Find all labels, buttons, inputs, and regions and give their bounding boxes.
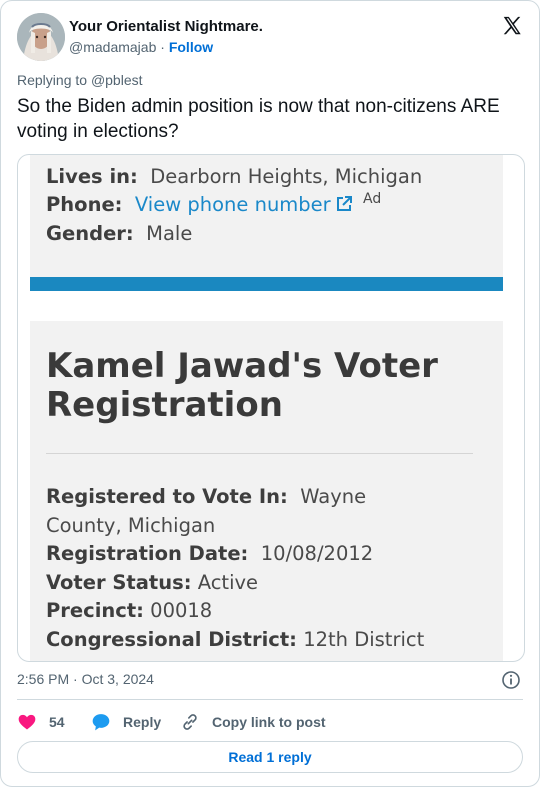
registered-value-1: Wayne	[300, 485, 367, 508]
view-phone-link: View phone number	[134, 193, 331, 216]
tweet-timestamp[interactable]: 2:56 PM · Oct 3, 2024	[17, 671, 154, 687]
registration-date-line: Registration Date: 10/08/2012	[46, 542, 373, 565]
replying-to: Replying to @pblest	[17, 72, 143, 88]
section-gap	[30, 291, 503, 321]
like-count: 54	[49, 714, 65, 730]
author-handle-line: @madamajab · Follow	[69, 38, 263, 57]
tweet-media-image[interactable]: Lives in: Dearborn Heights, Michigan Pho…	[17, 154, 525, 662]
registration-title: Kamel Jawad's Voter Registration	[46, 346, 438, 425]
reply-button[interactable]: Reply	[91, 710, 161, 734]
district-label: Congressional District:	[46, 628, 297, 651]
external-link-icon	[336, 196, 352, 211]
registration-divider	[46, 453, 473, 454]
district-value: 12th District	[303, 628, 425, 651]
ad-label: Ad	[363, 191, 382, 207]
registration-date-value: 10/08/2012	[260, 542, 374, 565]
precinct-value: 00018	[150, 599, 213, 622]
author-avatar[interactable]	[17, 13, 65, 61]
precinct-line: Precinct: 00018	[46, 599, 212, 622]
copy-link-button[interactable]: Copy link to post	[180, 710, 326, 734]
phone-line: Phone: View phone number	[46, 193, 353, 216]
author-names: Your Orientalist Nightmare. @madamajab ·…	[69, 17, 263, 57]
reply-label: Reply	[123, 714, 162, 730]
author-handle[interactable]: @madamajab	[69, 39, 156, 55]
copy-link-label: Copy link to post	[212, 714, 326, 730]
precinct-label: Precinct:	[46, 599, 144, 622]
link-icon	[183, 714, 197, 730]
timestamp-divider	[17, 699, 523, 700]
read-replies-button[interactable]: Read 1 reply	[17, 741, 523, 773]
tweet-text: So the Biden admin position is now that …	[17, 96, 500, 142]
phone-label: Phone:	[46, 193, 123, 216]
voter-status-line: Voter Status: Active	[46, 571, 258, 594]
speech-bubble-icon	[92, 714, 110, 731]
heart-icon	[18, 714, 36, 730]
registration-date-label: Registration Date:	[46, 542, 249, 565]
tweet-actions: 54 Reply Copy link to post	[17, 710, 523, 734]
district-line: Congressional District: 12th District	[46, 628, 424, 651]
replying-handle[interactable]: @pblest	[91, 72, 143, 88]
info-icon[interactable]	[501, 670, 521, 690]
replying-prefix: Replying to	[17, 72, 88, 88]
registered-label: Registered to Vote In:	[46, 485, 288, 508]
gender-value: Male	[146, 222, 193, 245]
voter-status-value: Active	[197, 571, 259, 594]
author-display-name[interactable]: Your Orientalist Nightmare.	[69, 17, 263, 36]
like-button[interactable]: 54	[17, 710, 65, 734]
voter-status-label: Voter Status:	[46, 571, 192, 594]
registered-line-2: County, Michigan	[46, 514, 215, 537]
gender-line: Gender: Male	[46, 222, 192, 245]
tweet-card: Your Orientalist Nightmare. @madamajab ·…	[0, 0, 540, 787]
x-logo-icon[interactable]	[501, 15, 523, 37]
lives-in-label: Lives in:	[46, 165, 138, 188]
registered-value-2: County, Michigan	[46, 514, 216, 537]
lives-in-value: Dearborn Heights, Michigan	[150, 165, 423, 188]
accent-bar	[30, 277, 503, 291]
lives-in-line: Lives in: Dearborn Heights, Michigan	[46, 165, 422, 188]
gender-label: Gender:	[46, 222, 134, 245]
registered-line-1: Registered to Vote In: Wayne	[46, 485, 366, 508]
follow-button[interactable]: Follow	[169, 39, 213, 55]
tweet-header: Your Orientalist Nightmare. @madamajab ·…	[17, 13, 523, 61]
handle-separator: ·	[160, 39, 165, 55]
